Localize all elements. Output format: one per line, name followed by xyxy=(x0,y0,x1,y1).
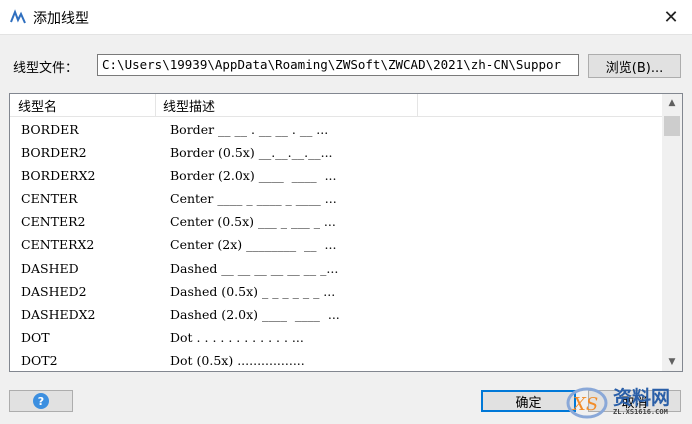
window-title: 添加线型 xyxy=(33,11,89,27)
linetype-name: DASHEDX2 xyxy=(21,307,96,322)
column-header-description[interactable]: 线型描述 xyxy=(163,96,215,115)
linetype-name: DASHED2 xyxy=(21,284,87,299)
linetype-description: Border (2.0x) ____ ____ ... xyxy=(170,168,337,183)
linetype-name: CENTER2 xyxy=(21,214,86,229)
linetype-name: DOT2 xyxy=(21,353,58,368)
list-item[interactable]: DASHEDX2 Dashed (2.0x) ____ ____ ... xyxy=(10,304,662,327)
list-item[interactable]: DASHED2 Dashed (0.5x) _ _ _ _ _ _ ... xyxy=(10,281,662,304)
linetype-name: BORDER xyxy=(21,122,79,137)
ok-button[interactable]: 确定 xyxy=(481,390,576,412)
watermark-title: 资料网 xyxy=(613,387,671,409)
help-icon: ? xyxy=(33,393,49,409)
title-bar: 添加线型 ✕ xyxy=(0,0,692,35)
scroll-up-arrow-icon[interactable]: ▲ xyxy=(662,94,682,112)
linetype-description: Center ____ _ ____ _ ____ ... xyxy=(170,191,337,206)
list-item[interactable]: DASHED Dashed __ __ __ __ __ __ _... xyxy=(10,258,662,281)
list-item[interactable]: BORDER2 Border (0.5x) __.__.__.__... xyxy=(10,142,662,165)
watermark-logo-icon: XS xyxy=(566,387,608,419)
linetype-description: Center (2x) ________ __ ... xyxy=(170,237,337,252)
linetype-list[interactable]: 线型名 线型描述 BORDER Border __ __ . __ __ . _… xyxy=(9,93,683,372)
app-logo-icon xyxy=(10,9,26,24)
list-item[interactable]: DOT Dot . . . . . . . . . . . . ... xyxy=(10,327,662,350)
help-button[interactable]: ? xyxy=(9,390,73,412)
close-button[interactable]: ✕ xyxy=(651,0,691,34)
column-separator[interactable] xyxy=(155,94,156,116)
linetype-name: DASHED xyxy=(21,261,79,276)
linetype-description: Center (0.5x) ___ _ ___ _ ... xyxy=(170,214,336,229)
svg-text:XS: XS xyxy=(571,394,598,415)
linetype-description: Dashed __ __ __ __ __ __ _... xyxy=(170,261,339,276)
linetype-name: CENTERX2 xyxy=(21,237,95,252)
list-item[interactable]: BORDER Border __ __ . __ __ . __ ... xyxy=(10,119,662,142)
linetype-description: Dashed (2.0x) ____ ____ ... xyxy=(170,307,340,322)
linetype-description: Dot . . . . . . . . . . . . ... xyxy=(170,330,304,345)
linetype-description: Dashed (0.5x) _ _ _ _ _ _ ... xyxy=(170,284,336,299)
linetype-description: Border __ __ . __ __ . __ ... xyxy=(170,122,329,137)
linetype-name: CENTER xyxy=(21,191,78,206)
list-item[interactable]: DOT2 Dot (0.5x) ................. xyxy=(10,350,662,371)
scroll-thumb[interactable] xyxy=(664,116,680,136)
linetype-description: Border (0.5x) __.__.__.__... xyxy=(170,145,333,160)
linetype-name: DOT xyxy=(21,330,50,345)
linetype-description: Dot (0.5x) ................. xyxy=(170,353,305,368)
scroll-down-arrow-icon[interactable]: ▼ xyxy=(662,353,682,371)
list-item[interactable]: CENTERX2 Center (2x) ________ __ ... xyxy=(10,234,662,257)
column-header-name[interactable]: 线型名 xyxy=(18,96,57,115)
list-header: 线型名 线型描述 xyxy=(10,94,662,117)
list-item[interactable]: BORDERX2 Border (2.0x) ____ ____ ... xyxy=(10,165,662,188)
column-separator[interactable] xyxy=(417,94,418,116)
browse-button[interactable]: 浏览(B)... xyxy=(588,54,681,78)
linetype-name: BORDER2 xyxy=(21,145,87,160)
list-item[interactable]: CENTER2 Center (0.5x) ___ _ ___ _ ... xyxy=(10,211,662,234)
vertical-scrollbar[interactable]: ▲ ▼ xyxy=(662,94,682,371)
close-icon: ✕ xyxy=(663,6,679,28)
watermark-url: ZL.XS1616.COM xyxy=(613,408,668,416)
linetype-file-label: 线型文件： xyxy=(13,61,79,76)
linetype-name: BORDERX2 xyxy=(21,168,96,183)
list-item[interactable]: CENTER Center ____ _ ____ _ ____ ... xyxy=(10,188,662,211)
watermark: XS 资料网 ZL.XS1616.COM xyxy=(565,383,687,421)
linetype-file-path-field[interactable]: C:\Users\19939\AppData\Roaming\ZWSoft\ZW… xyxy=(97,54,579,76)
